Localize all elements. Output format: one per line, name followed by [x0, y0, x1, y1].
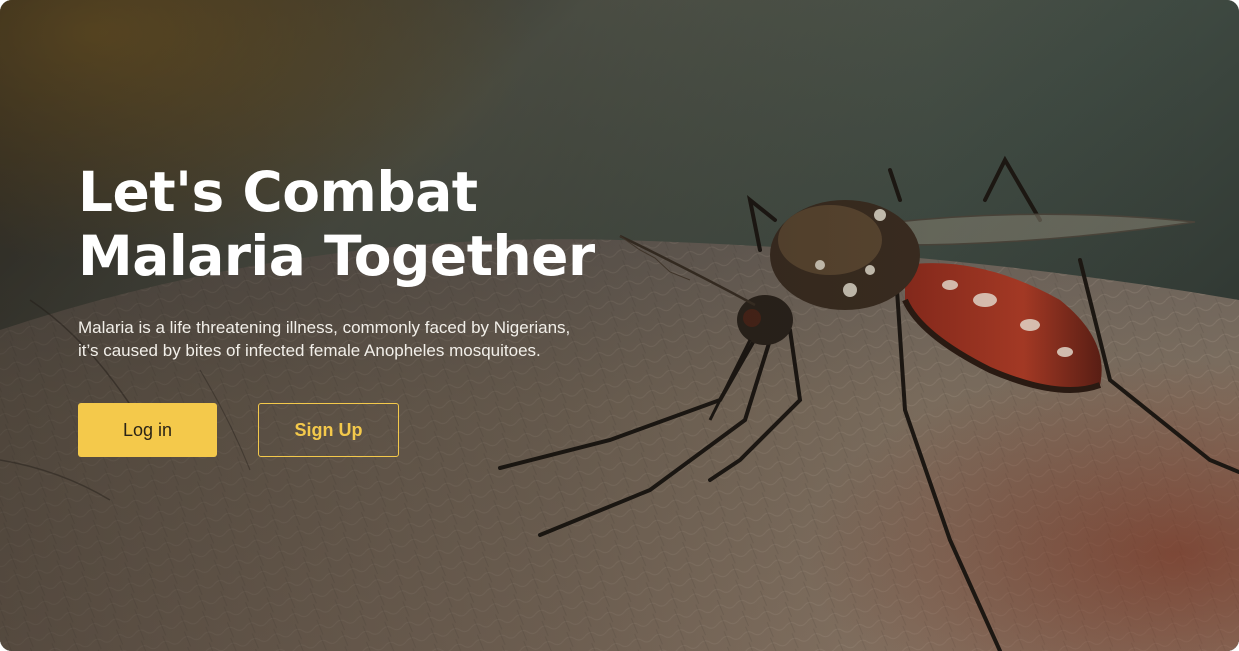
- hero-actions: Log in Sign Up: [78, 403, 408, 459]
- hero-description-line-2: it’s caused by bites of infected female …: [78, 341, 541, 360]
- hero-description: Malaria is a life threatening illness, c…: [78, 316, 618, 362]
- signup-button[interactable]: Sign Up: [258, 403, 399, 457]
- hero-description-line-1: Malaria is a life threatening illness, c…: [78, 318, 571, 337]
- login-button[interactable]: Log in: [78, 403, 217, 457]
- hero-banner: Let's Combat Malaria Together Malaria is…: [0, 0, 1239, 651]
- hero-content: Let's Combat Malaria Together Malaria is…: [78, 160, 718, 457]
- hero-title: Let's Combat Malaria Together: [78, 160, 595, 288]
